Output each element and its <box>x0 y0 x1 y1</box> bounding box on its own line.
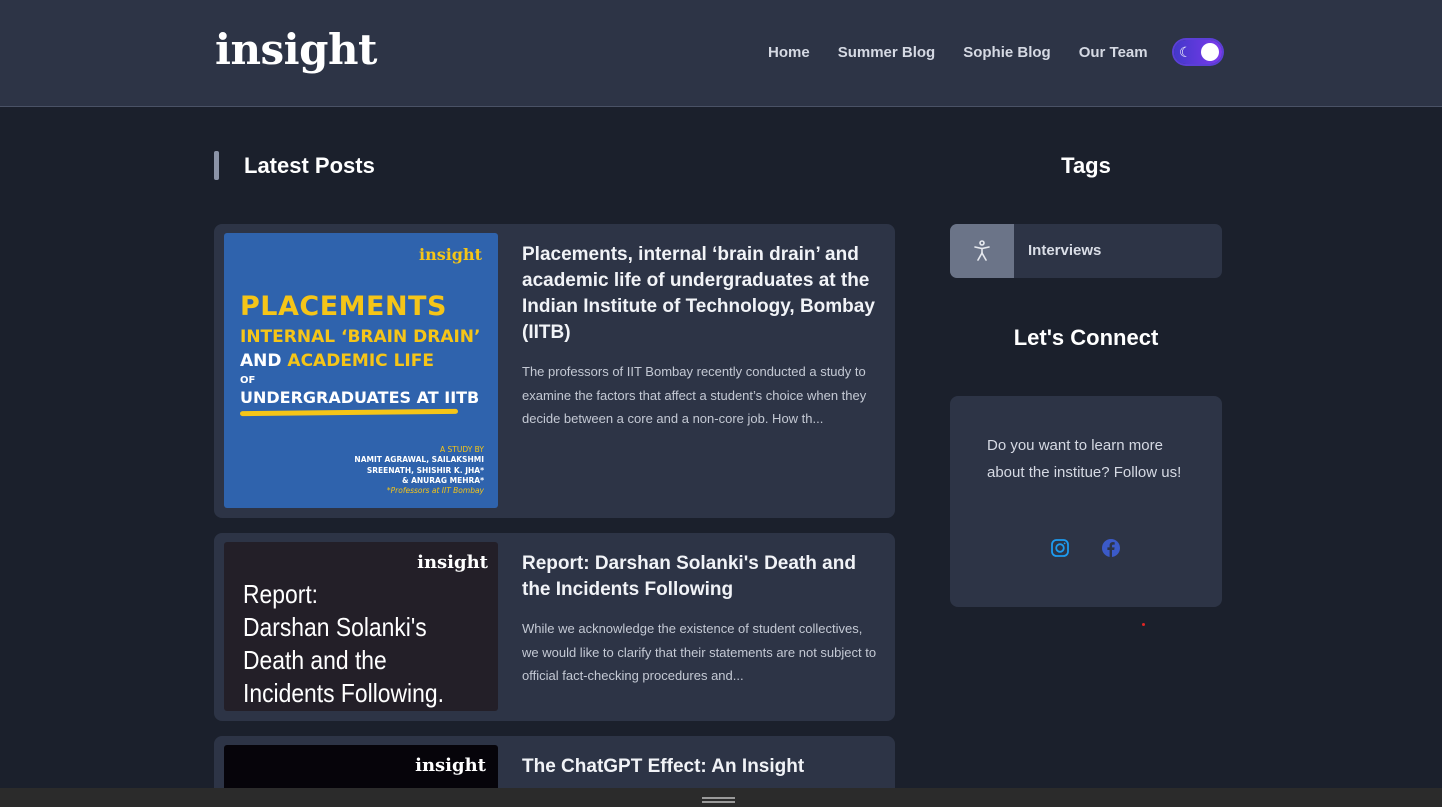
post-title[interactable]: Placements, internal ‘brain drain’ and a… <box>522 242 882 346</box>
thumb-brand: insight <box>415 755 486 776</box>
nav-home-link[interactable]: Home <box>768 43 810 63</box>
latest-posts-heading: Latest Posts <box>244 153 375 178</box>
post-excerpt: While we acknowledge the existence of st… <box>522 621 877 683</box>
connect-text: Do you want to learn more about the inst… <box>987 437 1182 481</box>
thumb-line: PLACEMENTS <box>240 291 447 322</box>
moon-icon: ☾ <box>1179 44 1192 60</box>
thumb-line: UNDERGRADUATES AT IITB <box>240 388 480 407</box>
nav-sophie-blog-link[interactable]: Sophie Blog <box>963 43 1051 63</box>
post-title[interactable]: Report: Darshan Solanki's Death and the … <box>522 551 882 603</box>
bottom-resize-bar <box>0 788 1442 807</box>
thumb-credit-line: & ANURAG MEHRA* <box>401 475 484 485</box>
thumb-credit-line: SREENATH, SHISHIR K. JHA* <box>366 465 484 475</box>
tag-interviews[interactable]: Interviews <box>950 224 1222 278</box>
site-header: insight Home Summer Blog Sophie Blog Our… <box>0 0 1442 107</box>
facebook-icon[interactable] <box>1101 538 1121 563</box>
thumb-line: Report: <box>243 579 319 609</box>
tag-label: Interviews <box>1028 242 1102 259</box>
thumb-line: Death and the <box>243 645 387 675</box>
thumb-credit-line: A STUDY BY <box>440 445 484 454</box>
post-thumbnail[interactable]: insight Report: Darshan Solanki's Death … <box>224 542 498 711</box>
thumb-line: INTERNAL ‘BRAIN DRAIN’ <box>240 327 481 347</box>
instagram-icon[interactable] <box>1050 538 1070 563</box>
accessibility-icon <box>950 224 1014 278</box>
thumb-underline <box>239 408 459 417</box>
section-accent-bar <box>214 151 219 180</box>
post-card[interactable]: insight PLACEMENTS INTERNAL ‘BRAIN DRAIN… <box>214 224 895 518</box>
thumb-credits: A STUDY BY NAMIT AGRAWAL, SAILAKSHMI SRE… <box>354 445 484 496</box>
thumb-credit-line: NAMIT AGRAWAL, SAILAKSHMI <box>354 455 484 465</box>
thumb-line-part: AND <box>240 351 288 371</box>
thumb-credit-line: *Professors at IIT Bombay <box>386 486 484 496</box>
thumb-line: Darshan Solanki's <box>243 612 427 642</box>
post-excerpt: The professors of IIT Bombay recently co… <box>522 364 867 426</box>
red-dot-marker <box>1142 623 1145 626</box>
connect-heading: Let's Connect <box>1013 325 1159 350</box>
tags-heading: Tags <box>1061 153 1111 178</box>
site-logo[interactable]: insight <box>215 22 377 78</box>
post-title[interactable]: The ChatGPT Effect: An Insight <box>522 754 882 780</box>
nav-summer-blog-link[interactable]: Summer Blog <box>838 43 936 63</box>
thumb-brand: insight <box>418 245 482 264</box>
nav-our-team-link[interactable]: Our Team <box>1079 43 1148 63</box>
thumb-headline: Report: Darshan Solanki's Death and the … <box>243 578 444 710</box>
toggle-knob <box>1201 43 1219 61</box>
thumb-line-part: ACADEMIC LIFE <box>287 351 434 371</box>
resize-handle[interactable] <box>702 797 735 803</box>
theme-toggle[interactable]: ☾ <box>1174 40 1222 64</box>
thumb-line: OF <box>240 375 256 386</box>
post-card[interactable]: insight Report: Darshan Solanki's Death … <box>214 533 895 721</box>
post-thumbnail[interactable]: insight PLACEMENTS INTERNAL ‘BRAIN DRAIN… <box>224 233 498 508</box>
main-nav: Home Summer Blog Sophie Blog Our Team <box>768 43 1148 63</box>
thumb-brand: insight <box>417 552 488 573</box>
connect-card: Do you want to learn more about the inst… <box>950 396 1222 607</box>
thumb-line: AND ACADEMIC LIFE <box>240 351 434 371</box>
thumb-line: Incidents Following. <box>243 678 444 708</box>
